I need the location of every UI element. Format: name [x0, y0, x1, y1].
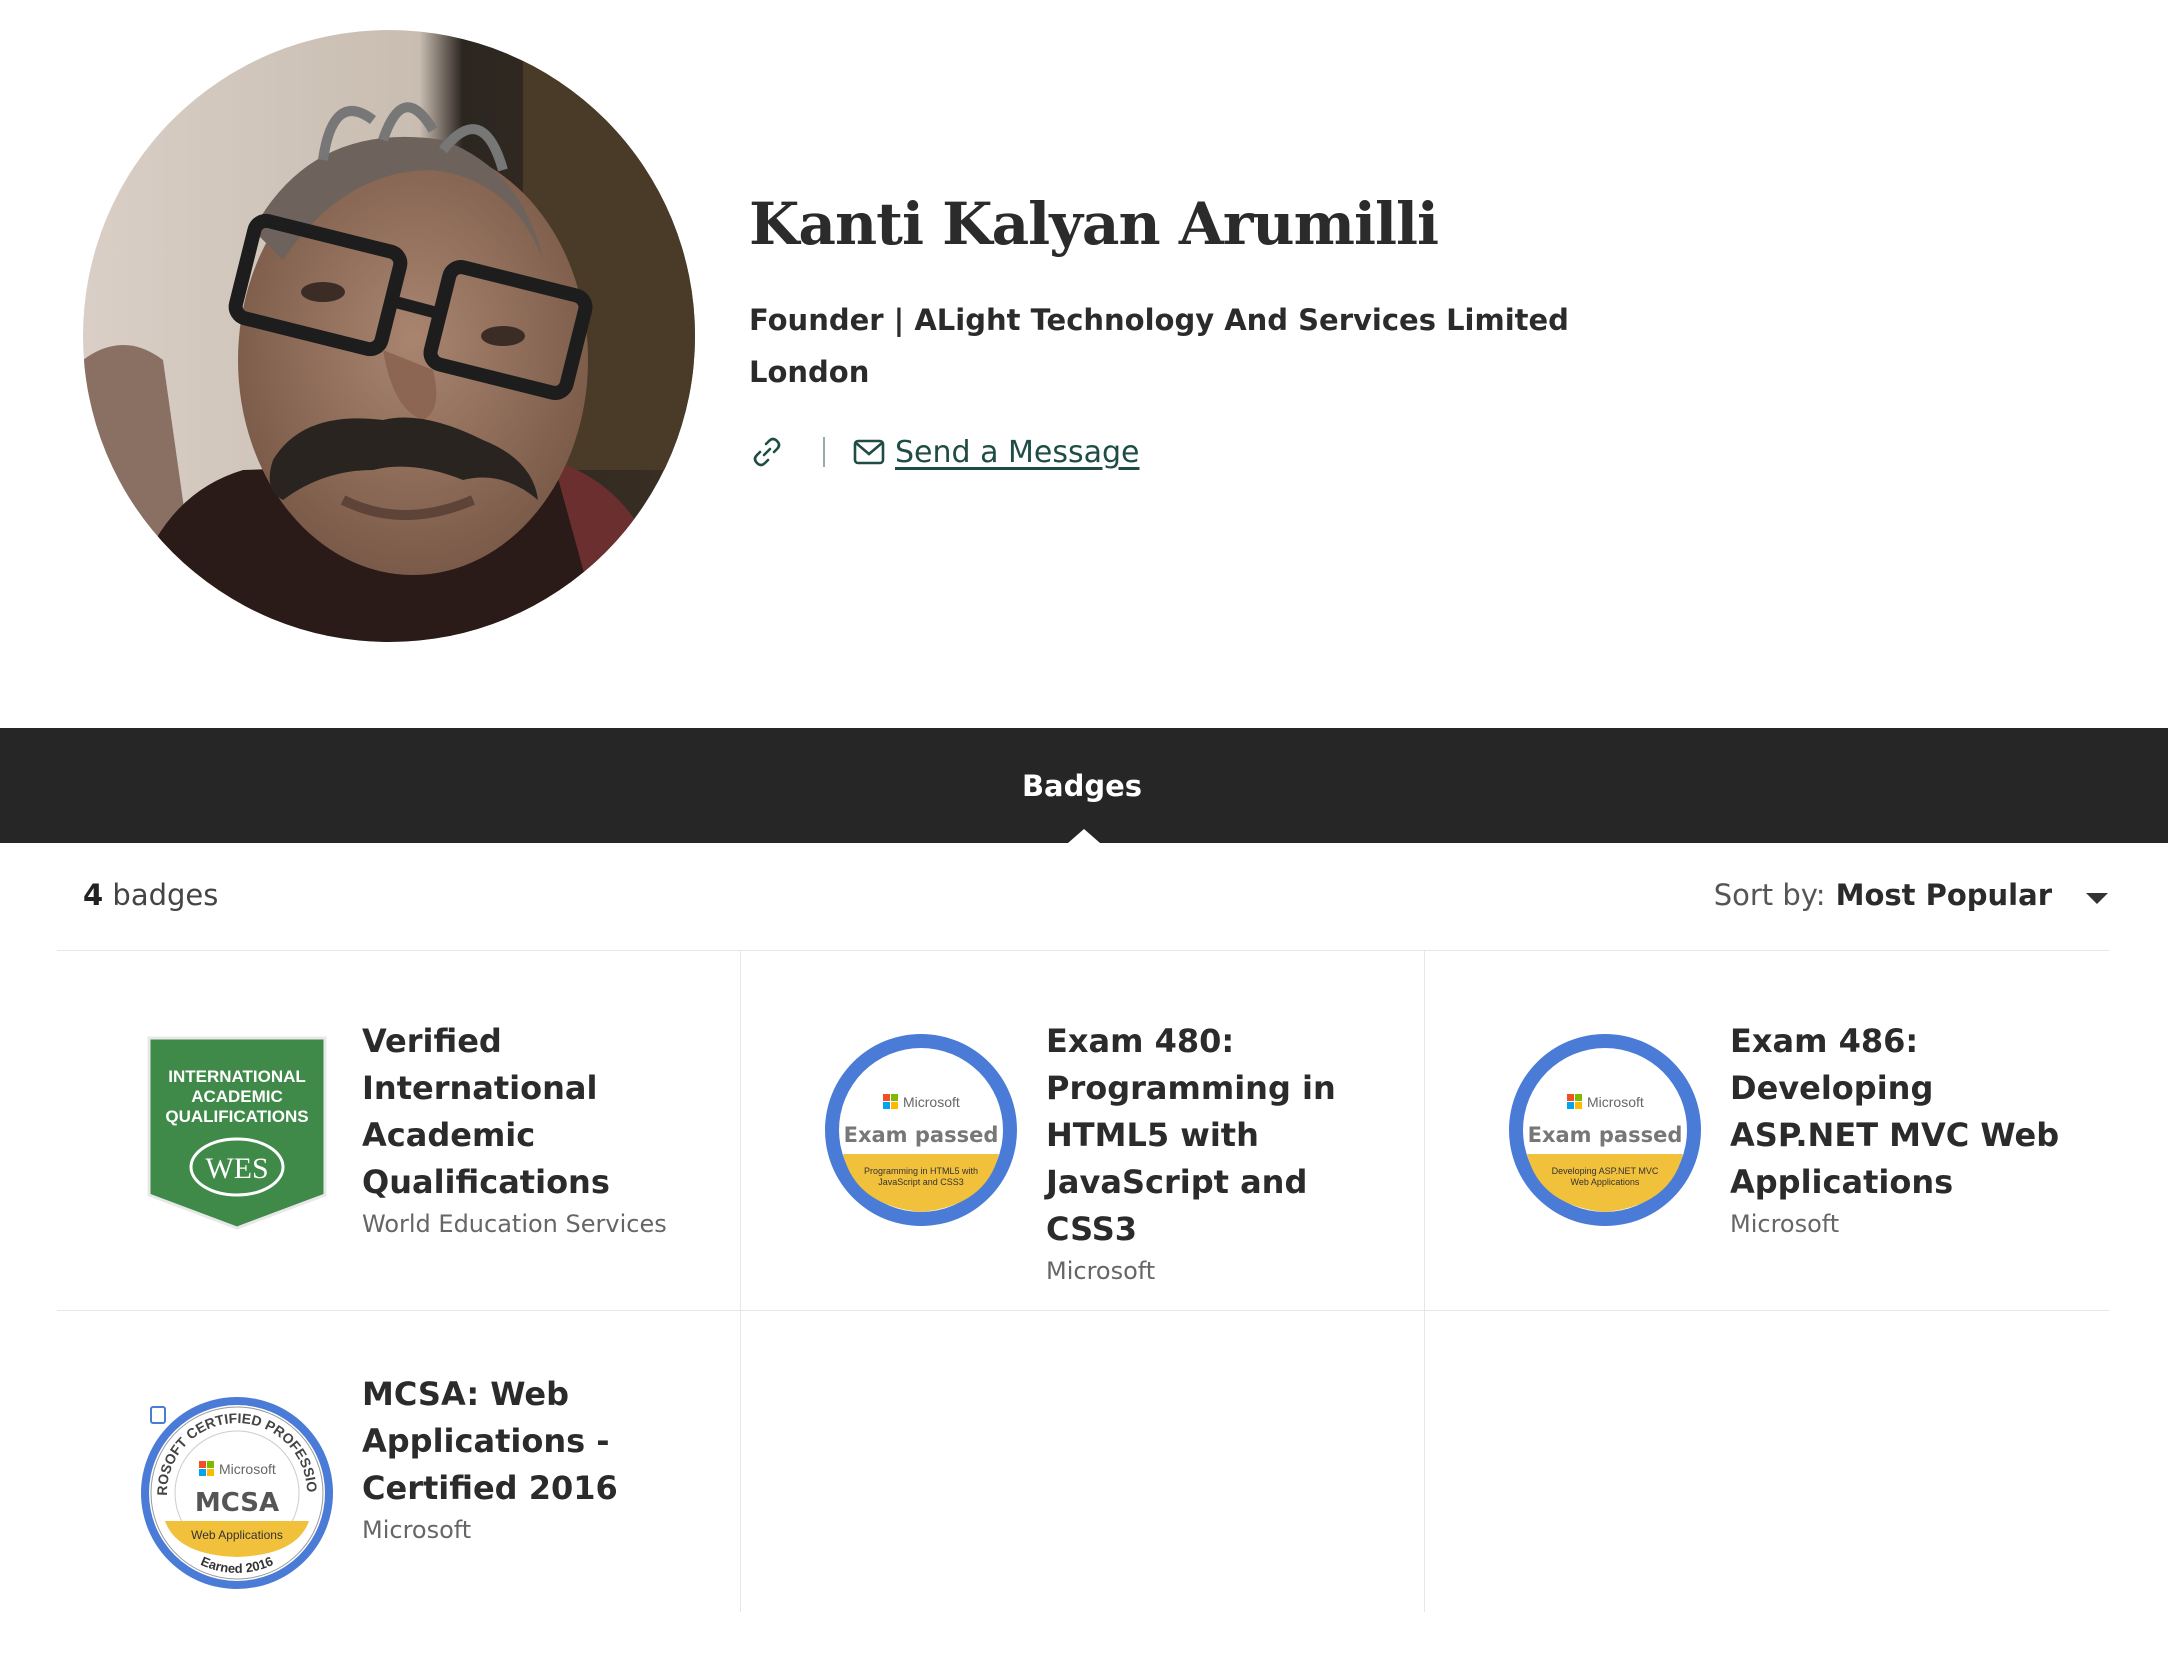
avatar-photo — [83, 30, 695, 642]
badge-image-ribbon1: Web Applications — [191, 1528, 283, 1542]
badge-image-brand: Microsoft — [1587, 1094, 1644, 1110]
clipboard-icon — [1519, 1044, 1531, 1060]
badge-info: MCSA: Web Applications - Certified 2016 … — [362, 1371, 702, 1544]
badge-card[interactable]: Microsoft Exam passed Programming in HTM… — [741, 950, 1425, 1310]
wes-logo-icon: WES — [205, 1152, 268, 1185]
badge-image-brand: Microsoft — [903, 1094, 960, 1110]
clipboard-icon — [150, 1406, 166, 1424]
badge-image-status: Exam passed — [1528, 1123, 1683, 1147]
badge-image-ribbon1: Developing ASP.NET MVC — [1552, 1166, 1659, 1176]
badge-issuer[interactable]: World Education Services — [362, 1210, 702, 1238]
envelope-icon — [853, 439, 885, 465]
badge-image-line3: QUALIFICATIONS — [165, 1107, 308, 1126]
badge-image-ribbon2: JavaScript and CSS3 — [878, 1177, 964, 1187]
send-message-label: Send a Message — [895, 434, 1140, 470]
profile-header: Kanti Kalyan Arumilli Founder | ALight T… — [0, 0, 2168, 728]
actions-divider — [823, 437, 825, 467]
profile-avatar[interactable] — [83, 30, 695, 642]
badge-title[interactable]: Exam 480: Programming in HTML5 with Java… — [1046, 1018, 1386, 1253]
clipboard-icon — [835, 1044, 847, 1060]
tab-bar: Badges — [0, 728, 2168, 843]
profile-actions: Send a Message — [749, 428, 1140, 476]
profile-title: Founder | ALight Technology And Services… — [749, 303, 1569, 337]
badge-image-status: MCSA — [195, 1488, 279, 1518]
badge-title[interactable]: MCSA: Web Applications - Certified 2016 — [362, 1371, 702, 1512]
badge-count: 4 badges — [83, 878, 218, 912]
badge-count-number: 4 — [83, 878, 104, 912]
badge-image-line2: ACADEMIC — [191, 1087, 283, 1106]
profile-location: London — [749, 355, 870, 389]
badge-issuer[interactable]: Microsoft — [1730, 1210, 2070, 1238]
sort-label: Sort by: — [1713, 878, 1826, 912]
active-tab-indicator — [1068, 829, 1100, 843]
link-icon[interactable] — [749, 434, 785, 470]
badge-title[interactable]: Verified International Academic Qualific… — [362, 1018, 702, 1206]
profile-name: Kanti Kalyan Arumilli — [749, 190, 1439, 258]
badge-card[interactable]: INTERNATIONAL ACADEMIC QUALIFICATIONS WE… — [57, 950, 741, 1310]
badge-issuer[interactable]: Microsoft — [362, 1516, 702, 1544]
badge-title[interactable]: Exam 486: Developing ASP.NET MVC Web App… — [1730, 1018, 2070, 1206]
badge-info: Verified International Academic Qualific… — [362, 1018, 702, 1238]
badge-image-line1: INTERNATIONAL — [168, 1067, 306, 1086]
badge-image-wes[interactable]: INTERNATIONAL ACADEMIC QUALIFICATIONS WE… — [137, 1030, 337, 1230]
badge-image-exam-486[interactable]: Microsoft Exam passed Developing ASP.NET… — [1505, 1030, 1705, 1230]
badge-info: Exam 480: Programming in HTML5 with Java… — [1046, 1018, 1386, 1285]
badge-image-brand: Microsoft — [219, 1461, 276, 1477]
badge-card[interactable]: MICROSOFT CERTIFIED PROFESSIONAL Microso… — [57, 1311, 741, 1671]
send-message-button[interactable]: Send a Message — [853, 435, 1140, 470]
badge-info: Exam 486: Developing ASP.NET MVC Web App… — [1730, 1018, 2070, 1238]
badge-image-exam-480[interactable]: Microsoft Exam passed Programming in HTM… — [821, 1030, 1021, 1230]
badge-image-ribbon1: Programming in HTML5 with — [864, 1166, 978, 1176]
badge-image-ribbon2: Web Applications — [1571, 1177, 1640, 1187]
badge-issuer[interactable]: Microsoft — [1046, 1257, 1386, 1285]
badge-count-suffix: badges — [103, 878, 219, 912]
sort-value: Most Popular — [1835, 878, 2052, 912]
badge-image-mcsa[interactable]: MICROSOFT CERTIFIED PROFESSIONAL Microso… — [131, 1380, 337, 1593]
tab-badges[interactable]: Badges — [1022, 728, 1142, 843]
badge-image-status: Exam passed — [844, 1123, 999, 1147]
badge-card[interactable]: Microsoft Exam passed Developing ASP.NET… — [1425, 950, 2109, 1310]
chevron-down-icon — [2086, 892, 2108, 904]
sort-dropdown[interactable]: Sort by: Most Popular — [1714, 878, 2108, 912]
